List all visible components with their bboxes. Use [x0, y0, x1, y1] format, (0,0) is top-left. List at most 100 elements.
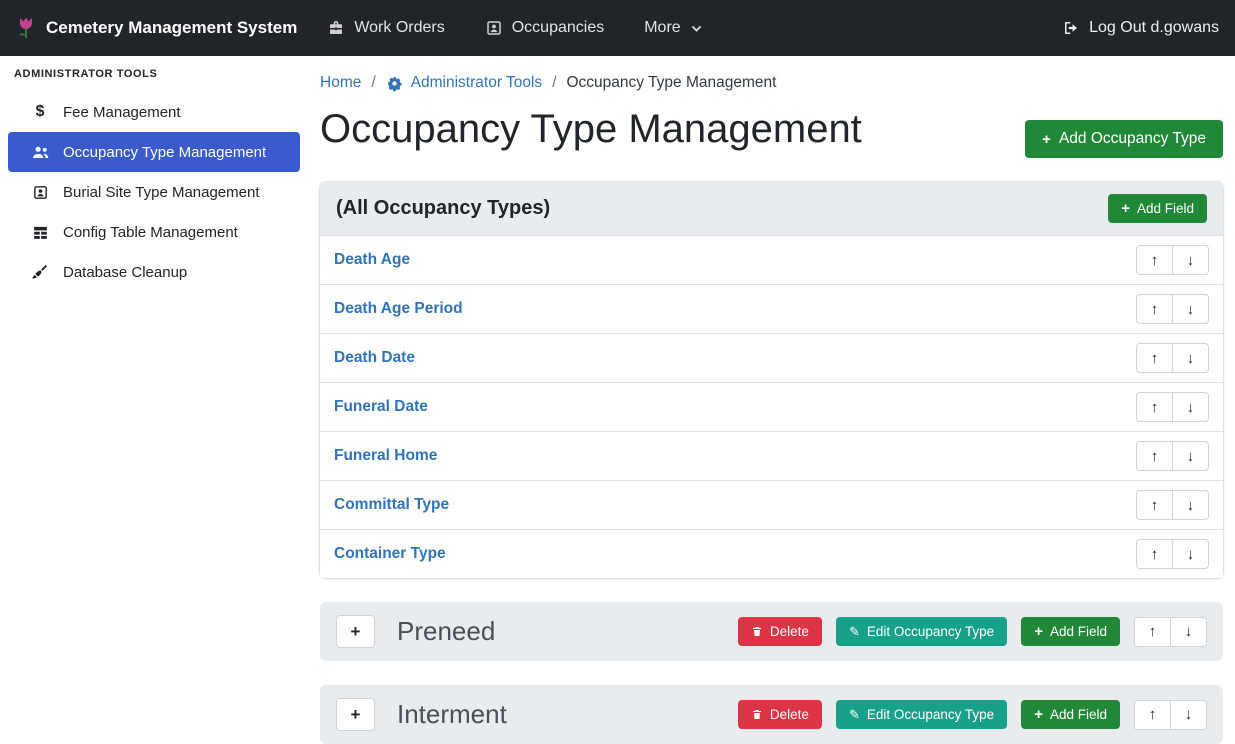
- delete-button[interactable]: Delete: [738, 700, 822, 729]
- section-actions: Delete ✎ Edit Occupancy Type + Add Field…: [738, 700, 1207, 730]
- app-brand[interactable]: Cemetery Management System: [16, 16, 297, 40]
- field-link-funeral-date[interactable]: Funeral Date: [334, 398, 428, 416]
- reorder-controls: ↑ ↓: [1136, 245, 1209, 275]
- sidebar: Administrator Tools $ Fee Management Occ…: [0, 56, 308, 744]
- nav-work-orders[interactable]: Work Orders: [327, 19, 444, 37]
- add-field-label: Add Field: [1137, 201, 1194, 216]
- reorder-controls: ↑ ↓: [1136, 392, 1209, 422]
- sidebar-item-database-cleanup[interactable]: Database Cleanup: [8, 252, 300, 292]
- move-down-button[interactable]: ↓: [1170, 617, 1207, 647]
- move-down-button[interactable]: ↓: [1170, 700, 1207, 730]
- breadcrumb: Home / Administrator Tools / Occupancy T…: [320, 72, 1223, 92]
- breadcrumb-section-label: Administrator Tools: [411, 74, 543, 92]
- expand-button[interactable]: +: [336, 615, 375, 648]
- plus-icon: +: [1034, 624, 1043, 639]
- trash-icon: [751, 625, 763, 638]
- arrow-down-icon: ↓: [1187, 497, 1195, 514]
- move-up-button[interactable]: ↑: [1136, 490, 1173, 520]
- add-field-button[interactable]: + Add Field: [1108, 194, 1207, 223]
- arrow-up-icon: ↑: [1151, 497, 1159, 514]
- nav-occupancies[interactable]: Occupancies: [485, 19, 605, 37]
- breadcrumb-separator: /: [552, 74, 556, 92]
- burial-site-icon: [30, 184, 50, 201]
- logout-icon: [1062, 19, 1080, 37]
- breadcrumb-current: Occupancy Type Management: [567, 74, 777, 92]
- pencil-icon: ✎: [849, 708, 860, 721]
- section-title: Interment: [397, 699, 726, 730]
- add-field-button[interactable]: + Add Field: [1021, 617, 1120, 646]
- move-up-button[interactable]: ↑: [1136, 392, 1173, 422]
- field-row: Death Age Period ↑ ↓: [320, 284, 1223, 333]
- pencil-icon: ✎: [849, 625, 860, 638]
- trash-icon: [751, 708, 763, 721]
- arrow-up-icon: ↑: [1149, 623, 1157, 640]
- sidebar-item-label: Occupancy Type Management: [63, 144, 266, 161]
- field-link-committal-type[interactable]: Committal Type: [334, 496, 449, 514]
- logout-label: Log Out d.gowans: [1089, 19, 1219, 37]
- sidebar-item-label: Database Cleanup: [63, 264, 187, 281]
- add-field-button[interactable]: + Add Field: [1021, 700, 1120, 729]
- arrow-down-icon: ↓: [1187, 546, 1195, 563]
- arrow-up-icon: ↑: [1151, 252, 1159, 269]
- field-link-death-age-period[interactable]: Death Age Period: [334, 300, 463, 318]
- delete-button[interactable]: Delete: [738, 617, 822, 646]
- plus-icon: +: [351, 705, 361, 725]
- sidebar-item-fee-management[interactable]: $ Fee Management: [8, 92, 300, 132]
- arrow-up-icon: ↑: [1151, 350, 1159, 367]
- move-up-button[interactable]: ↑: [1134, 617, 1171, 647]
- move-up-button[interactable]: ↑: [1136, 294, 1173, 324]
- nav-more[interactable]: More: [644, 19, 702, 37]
- breadcrumb-administrator-tools[interactable]: Administrator Tools: [386, 74, 543, 92]
- table-icon: [30, 224, 50, 241]
- occupancy-type-section-interment: + Interment Delete ✎ Edit Occupancy Type: [320, 685, 1223, 744]
- arrow-down-icon: ↓: [1185, 706, 1193, 723]
- expand-button[interactable]: +: [336, 698, 375, 731]
- arrow-up-icon: ↑: [1151, 448, 1159, 465]
- add-occupancy-type-button[interactable]: + Add Occupancy Type: [1025, 120, 1223, 158]
- arrow-down-icon: ↓: [1187, 350, 1195, 367]
- move-up-button[interactable]: ↑: [1134, 700, 1171, 730]
- field-link-death-age[interactable]: Death Age: [334, 251, 410, 269]
- move-down-button[interactable]: ↓: [1172, 245, 1209, 275]
- move-down-button[interactable]: ↓: [1172, 392, 1209, 422]
- dollar-icon: $: [30, 103, 50, 121]
- field-row: Container Type ↑ ↓: [320, 529, 1223, 578]
- move-down-button[interactable]: ↓: [1172, 539, 1209, 569]
- edit-label: Edit Occupancy Type: [867, 624, 994, 639]
- page-header: Occupancy Type Management + Add Occupanc…: [320, 106, 1223, 158]
- occupancies-icon: [485, 19, 503, 37]
- field-link-funeral-home[interactable]: Funeral Home: [334, 447, 437, 465]
- arrow-down-icon: ↓: [1185, 623, 1193, 640]
- move-down-button[interactable]: ↓: [1172, 294, 1209, 324]
- primary-nav: Work Orders Occupancies More: [327, 19, 702, 37]
- section-title: Preneed: [397, 616, 726, 647]
- arrow-up-icon: ↑: [1151, 399, 1159, 416]
- reorder-controls: ↑ ↓: [1136, 441, 1209, 471]
- breadcrumb-home[interactable]: Home: [320, 74, 361, 92]
- field-row: Funeral Home ↑ ↓: [320, 431, 1223, 480]
- plus-icon: +: [1121, 201, 1130, 216]
- arrow-down-icon: ↓: [1187, 252, 1195, 269]
- move-down-button[interactable]: ↓: [1172, 343, 1209, 373]
- reorder-controls: ↑ ↓: [1136, 343, 1209, 373]
- move-up-button[interactable]: ↑: [1136, 245, 1173, 275]
- move-down-button[interactable]: ↓: [1172, 490, 1209, 520]
- sidebar-item-occupancy-type-management[interactable]: Occupancy Type Management: [8, 132, 300, 172]
- logout-link[interactable]: Log Out d.gowans: [1062, 19, 1219, 37]
- edit-occupancy-type-button[interactable]: ✎ Edit Occupancy Type: [836, 617, 1007, 646]
- move-up-button[interactable]: ↑: [1136, 343, 1173, 373]
- sidebar-item-burial-site-type-management[interactable]: Burial Site Type Management: [8, 172, 300, 212]
- sidebar-item-label: Fee Management: [63, 104, 181, 121]
- reorder-controls: ↑ ↓: [1134, 700, 1207, 730]
- edit-occupancy-type-button[interactable]: ✎ Edit Occupancy Type: [836, 700, 1007, 729]
- move-up-button[interactable]: ↑: [1136, 539, 1173, 569]
- field-link-container-type[interactable]: Container Type: [334, 545, 446, 563]
- move-down-button[interactable]: ↓: [1172, 441, 1209, 471]
- reorder-controls: ↑ ↓: [1136, 294, 1209, 324]
- field-link-death-date[interactable]: Death Date: [334, 349, 415, 367]
- move-up-button[interactable]: ↑: [1136, 441, 1173, 471]
- sidebar-item-config-table-management[interactable]: Config Table Management: [8, 212, 300, 252]
- delete-label: Delete: [770, 624, 809, 639]
- sidebar-heading: Administrator Tools: [0, 68, 308, 92]
- add-field-label: Add Field: [1050, 707, 1107, 722]
